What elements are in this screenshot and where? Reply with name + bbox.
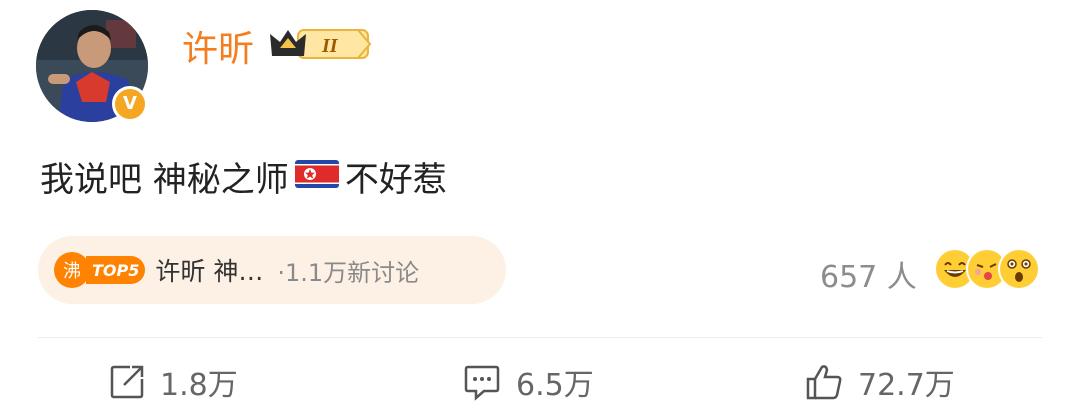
reaction-count[interactable]: 657 人 [820, 252, 917, 296]
trending-topic-pill[interactable]: 沸 TOP5 许昕 神… ·1.1万新讨论 [38, 236, 506, 304]
rank-tag: TOP5 [86, 256, 146, 284]
repost-button[interactable]: 1.8万 [108, 360, 238, 404]
post-text-part1: 我说吧 神秘之师 [40, 160, 289, 200]
like-button[interactable]: 72.7万 [804, 360, 955, 404]
comment-icon [464, 365, 500, 401]
topic-title: 许昕 神… [155, 257, 264, 286]
thumbs-up-icon [806, 365, 842, 400]
like-count: 72.7万 [858, 368, 955, 403]
reaction-emoji-stack[interactable] [934, 248, 1040, 290]
author-name[interactable]: 许昕 [182, 20, 254, 72]
divider [38, 337, 1042, 338]
north-korea-flag-icon [294, 157, 339, 197]
hot-topic-icon: 沸 [54, 252, 90, 288]
shocked-emoji-icon [998, 248, 1040, 290]
post-text-part2: 不好惹 [344, 160, 447, 200]
comment-button[interactable]: 6.5万 [462, 360, 594, 404]
vip-level: II [321, 35, 339, 57]
repost-icon [110, 365, 144, 399]
repost-count: 1.8万 [160, 368, 238, 403]
verified-badge-icon: V [112, 86, 148, 122]
vip-badge[interactable]: II [268, 24, 372, 68]
comment-count: 6.5万 [516, 368, 594, 403]
post-text: 我说吧 神秘之师 不好惹 [40, 152, 447, 201]
topic-discussion-count: ·1.1万新讨论 [277, 258, 420, 287]
